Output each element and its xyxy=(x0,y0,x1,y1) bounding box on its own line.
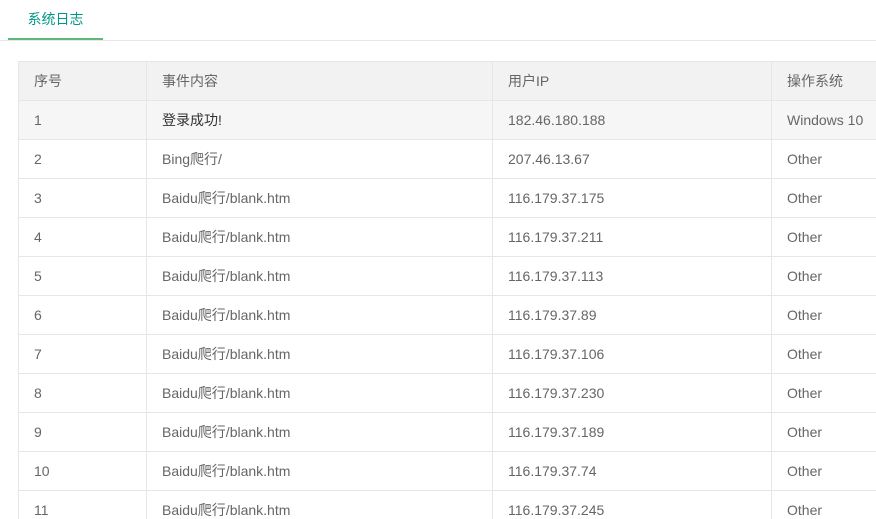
cell-event: Baidu爬行/blank.htm xyxy=(146,178,493,218)
table-row[interactable]: 9 Baidu爬行/blank.htm 116.179.37.189 Other xyxy=(18,412,876,452)
cell-ip: 207.46.13.67 xyxy=(492,139,772,179)
column-header-event: 事件内容 xyxy=(146,61,493,101)
table-row[interactable]: 3 Baidu爬行/blank.htm 116.179.37.175 Other xyxy=(18,178,876,218)
table-row[interactable]: 1 登录成功! 182.46.180.188 Windows 10 xyxy=(18,100,876,140)
cell-ip: 116.179.37.245 xyxy=(492,490,772,519)
cell-index: 4 xyxy=(18,217,147,257)
table-row[interactable]: 6 Baidu爬行/blank.htm 116.179.37.89 Other xyxy=(18,295,876,335)
table-header-row: 序号 事件内容 用户IP 操作系统 xyxy=(18,61,876,101)
column-header-os: 操作系统 xyxy=(771,61,876,101)
cell-index: 11 xyxy=(18,490,147,519)
cell-os: Windows 10 xyxy=(771,100,876,140)
cell-ip: 182.46.180.188 xyxy=(492,100,772,140)
table-row[interactable]: 7 Baidu爬行/blank.htm 116.179.37.106 Other xyxy=(18,334,876,374)
cell-os: Other xyxy=(771,217,876,257)
cell-index: 1 xyxy=(18,100,147,140)
cell-index: 3 xyxy=(18,178,147,218)
table-row[interactable]: 4 Baidu爬行/blank.htm 116.179.37.211 Other xyxy=(18,217,876,257)
cell-event: Baidu爬行/blank.htm xyxy=(146,451,493,491)
log-table-container: 序号 事件内容 用户IP 操作系统 1 登录成功! 182.46.180.188 Wi… xyxy=(18,61,876,519)
cell-event: 登录成功! xyxy=(146,100,493,140)
column-header-ip: 用户IP xyxy=(492,61,772,101)
cell-os: Other xyxy=(771,490,876,519)
cell-ip: 116.179.37.89 xyxy=(492,295,772,335)
cell-event: Baidu爬行/blank.htm xyxy=(146,490,493,519)
tab-label: 系统日志 xyxy=(27,11,84,27)
table-row[interactable]: 2 Bing爬行/207.46.13.67 Other xyxy=(18,139,876,179)
cell-ip: 116.179.37.106 xyxy=(492,334,772,374)
cell-ip: 116.179.37.74 xyxy=(492,451,772,491)
cell-os: Other xyxy=(771,178,876,218)
cell-index: 8 xyxy=(18,373,147,413)
cell-index: 7 xyxy=(18,334,147,374)
cell-os: Other xyxy=(771,451,876,491)
cell-os: Other xyxy=(771,373,876,413)
tab-bar: 系统日志 xyxy=(0,0,876,41)
cell-event: Baidu爬行/blank.htm xyxy=(146,412,493,452)
cell-ip: 116.179.37.189 xyxy=(492,412,772,452)
cell-ip: 116.179.37.175 xyxy=(492,178,772,218)
table-body: 1 登录成功! 182.46.180.188 Windows 10 2 Bing爬行/20… xyxy=(18,100,876,519)
cell-event: Baidu爬行/blank.htm xyxy=(146,217,493,257)
cell-index: 6 xyxy=(18,295,147,335)
table-row[interactable]: 11 Baidu爬行/blank.htm 116.179.37.245 Other xyxy=(18,490,876,519)
cell-index: 5 xyxy=(18,256,147,296)
log-table: 序号 事件内容 用户IP 操作系统 1 登录成功! 182.46.180.188 Wi… xyxy=(18,61,876,519)
column-header-index: 序号 xyxy=(18,61,147,101)
cell-os: Other xyxy=(771,412,876,452)
cell-ip: 116.179.37.113 xyxy=(492,256,772,296)
active-tab-indicator xyxy=(8,38,103,40)
cell-os: Other xyxy=(771,256,876,296)
cell-ip: 116.179.37.230 xyxy=(492,373,772,413)
table-row[interactable]: 5 Baidu爬行/blank.htm 116.179.37.113 Other xyxy=(18,256,876,296)
cell-event: Baidu爬行/blank.htm xyxy=(146,295,493,335)
cell-os: Other xyxy=(771,334,876,374)
cell-index: 9 xyxy=(18,412,147,452)
table-row[interactable]: 10 Baidu爬行/blank.htm 116.179.37.74 Other xyxy=(18,451,876,491)
cell-ip: 116.179.37.211 xyxy=(492,217,772,257)
cell-event: Baidu爬行/blank.htm xyxy=(146,334,493,374)
cell-event: Baidu爬行/blank.htm xyxy=(146,256,493,296)
cell-event: Bing爬行/ xyxy=(146,139,493,179)
cell-event: Baidu爬行/blank.htm xyxy=(146,373,493,413)
table-header: 序号 事件内容 用户IP 操作系统 xyxy=(18,61,876,101)
cell-index: 10 xyxy=(18,451,147,491)
table-row[interactable]: 8 Baidu爬行/blank.htm 116.179.37.230 Other xyxy=(18,373,876,413)
tab-system-log[interactable]: 系统日志 xyxy=(8,0,103,40)
cell-os: Other xyxy=(771,295,876,335)
cell-os: Other xyxy=(771,139,876,179)
cell-index: 2 xyxy=(18,139,147,179)
